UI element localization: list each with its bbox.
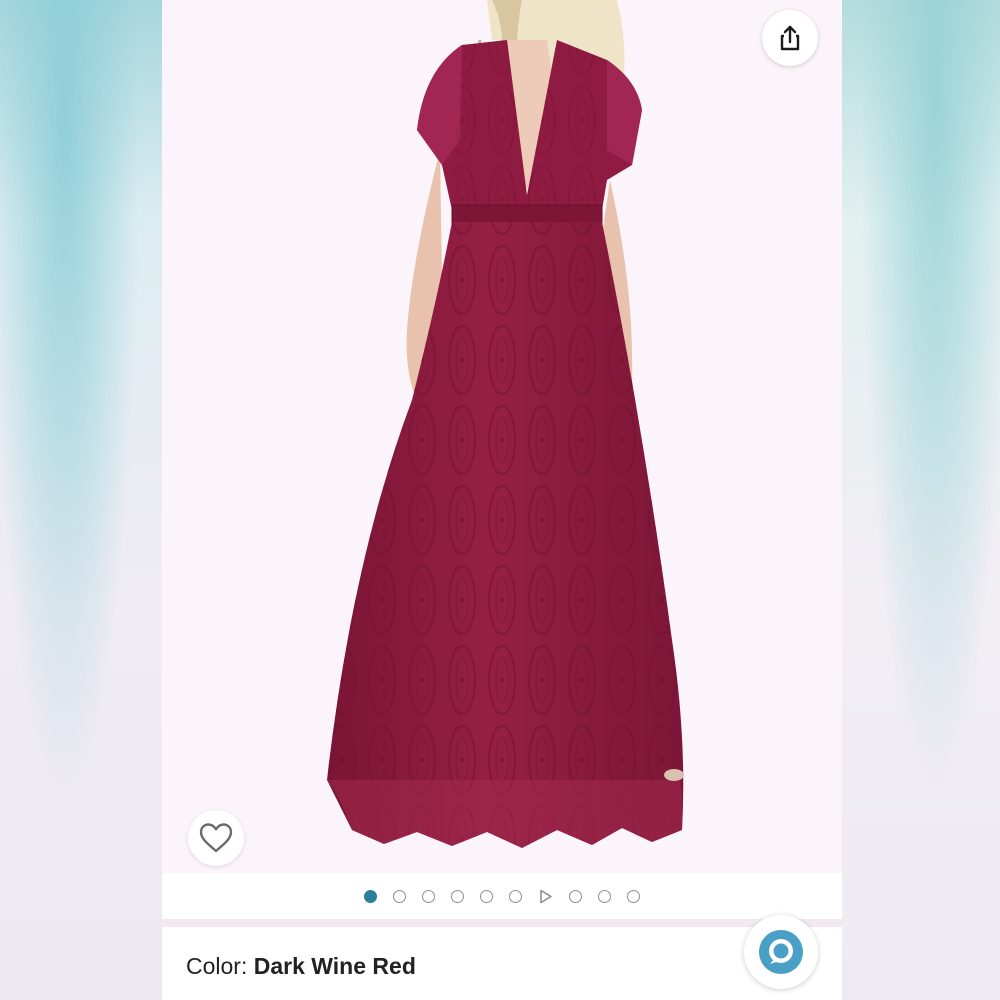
- carousel-dot[interactable]: [480, 889, 493, 903]
- carousel-dot[interactable]: [451, 889, 464, 903]
- carousel-dot[interactable]: [422, 889, 435, 903]
- background-blur-right: [838, 0, 1000, 1000]
- image-carousel-indicator[interactable]: [162, 873, 842, 919]
- alexa-icon: [759, 930, 803, 974]
- dress-photo: [327, 0, 684, 848]
- color-selection-row: Color: Dark Wine Red: [162, 915, 842, 1000]
- heart-icon: [199, 823, 233, 853]
- carousel-dot[interactable]: [627, 889, 640, 903]
- background-blur-left: [0, 0, 162, 1000]
- alexa-button[interactable]: [744, 915, 818, 989]
- carousel-dot[interactable]: [598, 889, 611, 903]
- section-divider: [162, 919, 842, 927]
- share-button[interactable]: [762, 10, 818, 66]
- selected-color-value: Dark Wine Red: [253, 953, 416, 979]
- carousel-dot[interactable]: [393, 889, 406, 903]
- carousel-dot-active[interactable]: [364, 889, 377, 903]
- product-image[interactable]: [162, 0, 842, 873]
- share-icon: [780, 25, 800, 51]
- product-page: Color: Dark Wine Red: [162, 0, 842, 1000]
- play-icon: [540, 889, 552, 903]
- carousel-dot[interactable]: [509, 889, 522, 903]
- screenshot-frame: Color: Dark Wine Red: [0, 0, 1000, 1000]
- carousel-dot[interactable]: [569, 889, 582, 903]
- color-label: Color: Dark Wine Red: [186, 953, 416, 980]
- color-label-prefix: Color:: [186, 953, 254, 979]
- carousel-video-indicator[interactable]: [538, 889, 553, 904]
- add-to-wishlist-button[interactable]: [188, 810, 244, 866]
